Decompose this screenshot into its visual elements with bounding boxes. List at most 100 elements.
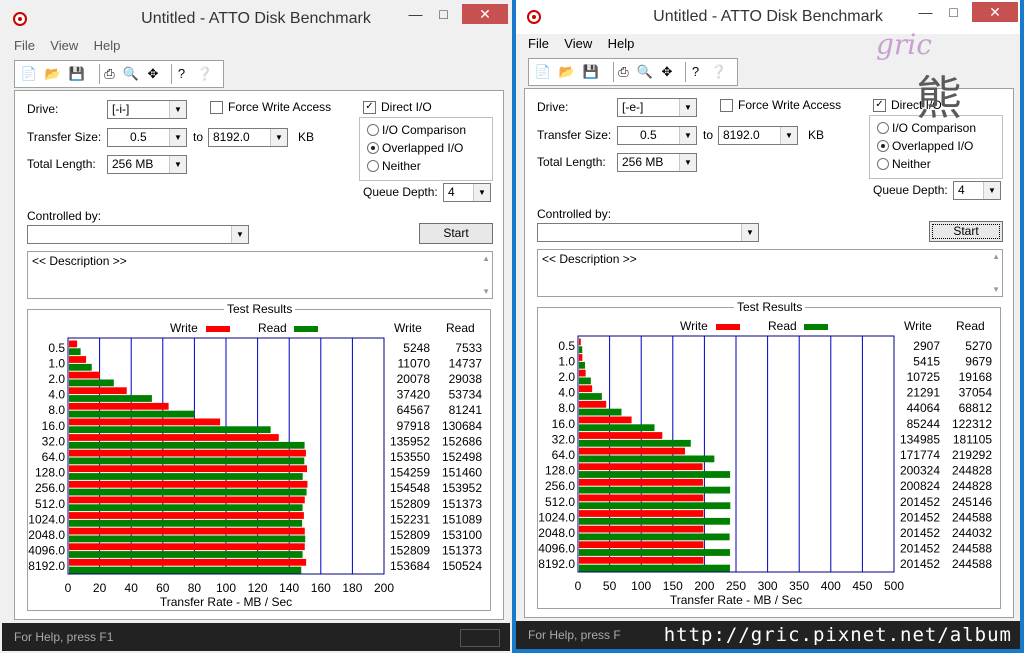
scroll-down-icon[interactable]: ▼ (992, 285, 1000, 294)
transfer-from-select[interactable]: 0.5 ▼ (617, 126, 697, 145)
drive-select[interactable]: [-i-] ▼ (107, 100, 187, 119)
category-label: 256.0 (35, 481, 65, 495)
write-value: 201452 (900, 526, 940, 540)
transfer-from-select[interactable]: 0.5 ▼ (107, 128, 187, 147)
chevron-down-icon[interactable]: ▼ (679, 99, 696, 116)
total-length-label: Total Length: (27, 157, 96, 171)
queue-depth-select[interactable]: 4 ▼ (443, 183, 491, 202)
bar-write (69, 496, 305, 504)
scroll-up-icon[interactable]: ▲ (482, 254, 490, 263)
chevron-down-icon[interactable]: ▼ (270, 129, 287, 146)
print-preview-icon[interactable]: 🔍 (635, 62, 655, 82)
transfer-to-select[interactable]: 8192.0 ▼ (208, 128, 288, 147)
force-write-checkbox[interactable] (720, 99, 733, 112)
menu-view[interactable]: View (564, 36, 592, 51)
open-folder-icon[interactable]: 📂 (557, 62, 577, 82)
write-value: 152231 (390, 512, 430, 526)
chevron-down-icon[interactable]: ▼ (679, 154, 696, 171)
maximize-button[interactable]: □ (939, 2, 968, 22)
bar-write (579, 400, 607, 408)
save-icon[interactable]: 💾 (581, 62, 601, 82)
category-label: 2048.0 (28, 528, 65, 542)
save-icon[interactable]: 💾 (67, 64, 87, 84)
start-button[interactable]: Start (929, 221, 1003, 242)
print-icon[interactable]: ⎙ (613, 62, 633, 82)
chevron-down-icon[interactable]: ▼ (473, 184, 490, 201)
category-label: 4.0 (48, 388, 65, 402)
menu-help[interactable]: Help (608, 36, 635, 51)
controlled-by-select[interactable]: ▼ (537, 223, 759, 242)
description-box[interactable]: << Description >> ▲ ▼ (27, 251, 493, 299)
read-value: 14737 (449, 356, 483, 370)
category-label: 512.0 (545, 495, 575, 509)
transfer-to-select[interactable]: 8192.0 ▼ (718, 126, 798, 145)
overlapped-io-radio[interactable] (877, 140, 889, 152)
neither-radio[interactable] (877, 158, 889, 170)
new-file-icon[interactable]: 📄 (533, 62, 553, 82)
chevron-down-icon[interactable]: ▼ (169, 156, 186, 173)
open-folder-icon[interactable]: 📂 (43, 64, 63, 84)
write-value: 154259 (390, 466, 430, 480)
controlled-by-select[interactable]: ▼ (27, 225, 249, 244)
print-icon[interactable]: ⎙ (99, 64, 119, 84)
minimize-button[interactable]: — (401, 4, 430, 24)
queue-depth-select[interactable]: 4 ▼ (953, 181, 1001, 200)
help-icon[interactable]: ? (171, 64, 191, 84)
read-value: 81241 (449, 403, 483, 417)
chevron-down-icon[interactable]: ▼ (169, 129, 186, 146)
write-value: 201452 (900, 495, 940, 509)
close-button[interactable]: ✕ (972, 2, 1018, 22)
total-length-select[interactable]: 256 MB ▼ (617, 153, 697, 172)
menu-view[interactable]: View (50, 38, 78, 53)
overlapped-io-radio[interactable] (367, 142, 379, 154)
force-write-checkbox[interactable] (210, 101, 223, 114)
scroll-down-icon[interactable]: ▼ (482, 287, 490, 296)
chevron-down-icon[interactable]: ▼ (231, 226, 248, 243)
transfer-to-value: 8192.0 (213, 130, 250, 144)
category-label: 0.5 (48, 341, 65, 355)
test-results-group: Test Results Write Read Write Read 0 20 40… (27, 302, 491, 611)
x-tick-label: 140 (279, 581, 299, 595)
move-icon[interactable]: ✥ (657, 62, 677, 82)
minimize-button[interactable]: — (911, 2, 940, 22)
close-button[interactable]: ✕ (462, 4, 508, 24)
start-button[interactable]: Start (419, 223, 493, 244)
context-help-icon[interactable]: ❔ (195, 64, 215, 84)
drive-select[interactable]: [-e-] ▼ (617, 98, 697, 117)
chevron-down-icon[interactable]: ▼ (169, 101, 186, 118)
direct-io-checkbox[interactable]: ✓ (363, 101, 376, 114)
write-value: 21291 (907, 386, 941, 400)
neither-radio[interactable] (367, 160, 379, 172)
help-icon[interactable]: ? (685, 62, 705, 82)
print-preview-icon[interactable]: 🔍 (121, 64, 141, 84)
write-value: 11070 (398, 356, 431, 370)
move-icon[interactable]: ✥ (143, 64, 163, 84)
chevron-down-icon[interactable]: ▼ (780, 127, 797, 144)
x-tick-label: 250 (726, 579, 746, 593)
menu-file[interactable]: File (14, 38, 35, 53)
write-value: 200824 (900, 479, 940, 493)
context-help-icon[interactable]: ❔ (709, 62, 729, 82)
chevron-down-icon[interactable]: ▼ (983, 182, 1000, 199)
title-bar[interactable]: Untitled - ATTO Disk Benchmark — □ ✕ (2, 2, 510, 36)
write-value: 201452 (900, 510, 940, 524)
read-value: 29038 (449, 372, 483, 386)
new-file-icon[interactable]: 📄 (19, 64, 39, 84)
description-box[interactable]: << Description >> ▲ ▼ (537, 249, 1003, 297)
menu-help[interactable]: Help (94, 38, 121, 53)
io-comparison-radio[interactable] (367, 124, 379, 136)
total-length-select[interactable]: 256 MB ▼ (107, 155, 187, 174)
scroll-up-icon[interactable]: ▲ (992, 252, 1000, 261)
category-label: 128.0 (35, 466, 65, 480)
bar-write (69, 527, 305, 535)
menu-file[interactable]: File (528, 36, 549, 51)
drive-label: Drive: (27, 102, 59, 116)
chevron-down-icon[interactable]: ▼ (741, 224, 758, 241)
write-value: 85244 (907, 417, 941, 431)
chevron-down-icon[interactable]: ▼ (679, 127, 696, 144)
read-value: 244588 (952, 557, 992, 571)
bar-read (579, 393, 602, 400)
write-value: 153550 (390, 450, 430, 464)
bar-read (69, 519, 303, 527)
maximize-button[interactable]: □ (429, 4, 458, 24)
